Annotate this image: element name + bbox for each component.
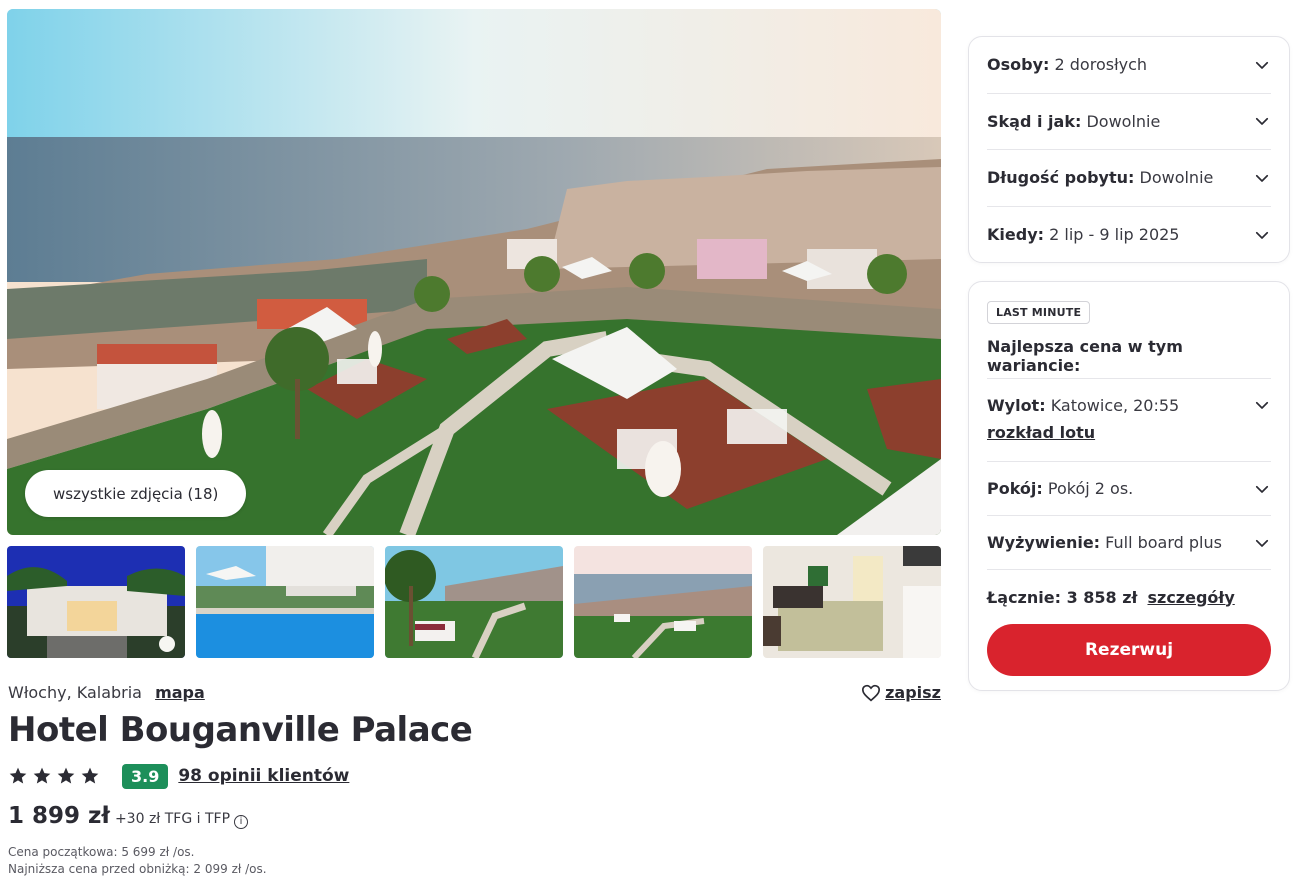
length-value: Dowolnie xyxy=(1139,168,1214,188)
lowest-price-before-discount: Najniższa cena przed obniżką: 2 099 zł /… xyxy=(8,862,267,876)
hotel-stars xyxy=(8,766,100,786)
save-button[interactable]: zapisz xyxy=(861,683,941,702)
persons-label: Osoby: xyxy=(987,55,1050,75)
chevron-down-icon xyxy=(1255,485,1269,493)
book-button[interactable]: Rezerwuj xyxy=(987,624,1271,676)
star-icon xyxy=(33,767,51,784)
initial-price: Cena początkowa: 5 699 zł /os. xyxy=(8,845,195,859)
thumbnail-strip xyxy=(7,546,941,658)
chevron-down-icon xyxy=(1255,539,1269,547)
star-icon xyxy=(57,767,75,784)
reviews-link[interactable]: 98 opinii klientów xyxy=(178,766,349,786)
flight-schedule-link[interactable]: rozkład lotu xyxy=(987,423,1179,442)
last-minute-badge: LAST MINUTE xyxy=(987,301,1091,324)
chevron-down-icon xyxy=(1255,174,1269,182)
price: 1 899 zł xyxy=(8,803,110,829)
departure-value: Katowice, 20:55 xyxy=(1050,396,1180,415)
location: Włochy, Kalabria mapa xyxy=(8,683,205,702)
rating-row: 3.9 98 opinii klientów xyxy=(8,762,349,790)
thumbnail-hotel-night[interactable] xyxy=(7,546,185,658)
hotel-terrace-image xyxy=(7,9,941,535)
heart-icon xyxy=(862,684,881,701)
price-row: 1 899 zł +30 zł TFG i TFP i xyxy=(8,803,249,829)
dates-select[interactable]: Kiedy: 2 lip - 9 lip 2025 xyxy=(987,207,1271,264)
length-label: Długość pobytu: xyxy=(987,168,1135,188)
chevron-down-icon xyxy=(1255,231,1269,239)
persons-select[interactable]: Osoby: 2 dorosłych xyxy=(987,37,1271,94)
score-badge: 3.9 xyxy=(122,763,169,789)
location-text: Włochy, Kalabria xyxy=(8,683,142,702)
chevron-down-icon xyxy=(1255,61,1269,69)
star-icon xyxy=(9,767,27,784)
departure-label: Wylot: xyxy=(987,396,1046,415)
price-extra: +30 zł TFG i TFP i xyxy=(114,811,249,829)
main-photo[interactable]: wszystkie zdjęcia (18) xyxy=(7,9,941,535)
from-value: Dowolnie xyxy=(1086,111,1161,131)
map-link[interactable]: mapa xyxy=(155,683,205,702)
chevron-down-icon xyxy=(1255,118,1269,126)
board-label: Wyżywienie: xyxy=(987,533,1101,552)
save-label: zapisz xyxy=(885,683,941,702)
from-label: Skąd i jak: xyxy=(987,111,1082,131)
search-panel: Osoby: 2 dorosłych Skąd i jak: Dowolnie … xyxy=(968,36,1290,263)
thumbnail-pool[interactable] xyxy=(196,546,374,658)
room-select[interactable]: Pokój: Pokój 2 os. xyxy=(987,462,1271,516)
room-label: Pokój: xyxy=(987,479,1043,498)
info-icon[interactable]: i xyxy=(234,815,249,829)
when-value: 2 lip - 9 lip 2025 xyxy=(1049,225,1180,245)
star-icon xyxy=(81,767,99,784)
thumbnail-sea-view[interactable] xyxy=(574,546,752,658)
stay-length-select[interactable]: Długość pobytu: Dowolnie xyxy=(987,150,1271,207)
room-value: Pokój 2 os. xyxy=(1047,479,1134,498)
departure-select[interactable]: Wylot: Katowice, 20:55 rozkład lotu xyxy=(987,379,1271,462)
board-select[interactable]: Wyżywienie: Full board plus xyxy=(987,516,1271,570)
details-link[interactable]: szczegóły xyxy=(1147,588,1234,607)
all-photos-button[interactable]: wszystkie zdjęcia (18) xyxy=(25,470,247,517)
board-value: Full board plus xyxy=(1105,533,1222,552)
hotel-name: Hotel Bouganville Palace xyxy=(8,710,473,750)
chevron-down-icon xyxy=(1255,401,1269,409)
price-extra-text: +30 zł TFG i TFP xyxy=(114,811,231,827)
best-price-heading: Najlepsza cena w tym wariancie: xyxy=(987,337,1271,379)
total-price: Łącznie: 3 858 zł szczegóły xyxy=(987,570,1271,624)
thumbnail-garden[interactable] xyxy=(385,546,563,658)
persons-value: 2 dorosłych xyxy=(1054,55,1148,75)
total-label: Łącznie: 3 858 zł xyxy=(987,587,1138,607)
departure-from-select[interactable]: Skąd i jak: Dowolnie xyxy=(987,94,1271,150)
thumbnail-room[interactable] xyxy=(763,546,941,658)
offer-panel: LAST MINUTE Najlepsza cena w tym warianc… xyxy=(968,281,1290,691)
when-label: Kiedy: xyxy=(987,225,1045,245)
